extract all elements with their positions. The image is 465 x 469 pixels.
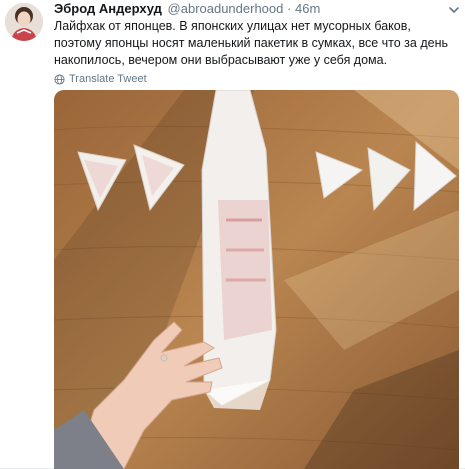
avatar[interactable] <box>5 3 43 41</box>
tweet-body: Эброд Андерхуд @abroadunderhood · 46m Ла… <box>54 0 459 86</box>
tweet-header: Эброд Андерхуд @abroadunderhood · 46m <box>54 0 459 18</box>
translate-tweet-label: Translate Tweet <box>69 73 147 85</box>
tweet-text: Лайфхак от японцев. В японских улицах не… <box>54 19 449 67</box>
author-name[interactable]: Эброд Андерхуд <box>54 1 162 16</box>
chevron-down-icon[interactable] <box>447 3 461 17</box>
translate-tweet-link[interactable]: Translate Tweet <box>54 72 459 86</box>
tweet-photo[interactable] <box>54 90 459 469</box>
tweet[interactable]: Эброд Андерхуд @abroadunderhood · 46m Ла… <box>0 0 465 469</box>
author-username[interactable]: @abroadunderhood <box>168 1 284 16</box>
tweet-timestamp[interactable]: 46m <box>295 1 320 16</box>
separator-dot: · <box>287 1 292 16</box>
photo-folded-bags-on-table <box>54 90 459 469</box>
user-avatar-image <box>5 3 43 41</box>
globe-icon <box>54 73 65 85</box>
